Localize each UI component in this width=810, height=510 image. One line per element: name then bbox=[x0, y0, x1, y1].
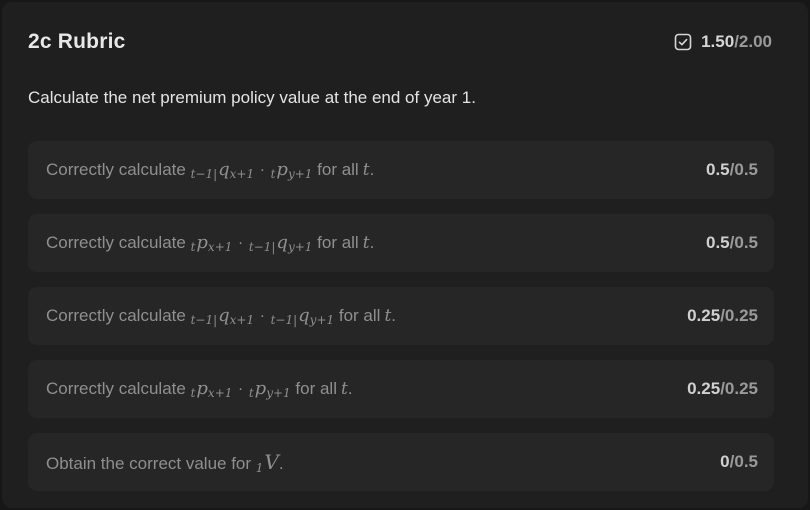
math-dot: · bbox=[260, 163, 265, 179]
item-score-total: /0.25 bbox=[720, 306, 758, 325]
item-score-earned: 0.5 bbox=[706, 233, 730, 252]
math-sub: y+1 bbox=[287, 167, 313, 181]
math-var: p bbox=[196, 232, 208, 253]
math-dot: · bbox=[238, 236, 243, 252]
item-score: 0.5/0.5 bbox=[706, 160, 758, 180]
item-score-earned: 0.25 bbox=[687, 379, 721, 398]
item-suffix-end: . bbox=[347, 379, 353, 398]
item-math: t−1|qx+1 · t−1|qy+1 bbox=[190, 305, 335, 327]
rubric-item: Obtain the correct value for 1V. 0/0.5 bbox=[28, 433, 774, 491]
item-suffix: for all bbox=[295, 379, 337, 398]
item-math: 1V bbox=[255, 450, 279, 475]
math-var: q bbox=[218, 159, 230, 180]
math-sub: t bbox=[190, 240, 196, 254]
item-score: 0.25/0.25 bbox=[687, 379, 758, 399]
rubric-card: 2c Rubric 1.50/2.00 Calculate the net pr… bbox=[2, 2, 808, 508]
math-dot: · bbox=[260, 309, 265, 325]
item-score: 0.25/0.25 bbox=[687, 306, 758, 326]
item-suffix-end: . bbox=[369, 233, 375, 252]
math-var: p bbox=[276, 159, 288, 180]
math-sub: t bbox=[190, 386, 196, 400]
rubric-item: Correctly calculate t−1|qx+1 · tpy+1 for a… bbox=[28, 141, 774, 199]
item-score-total: /0.25 bbox=[720, 379, 758, 398]
item-score-earned: 0.5 bbox=[706, 160, 730, 179]
item-math: t−1|qx+1 · tpy+1 bbox=[190, 159, 313, 181]
score-earned: 1.50 bbox=[701, 32, 735, 51]
math-var: V bbox=[264, 449, 279, 474]
rubric-item-description: Correctly calculate t−1|qx+1 · tpy+1 for a… bbox=[46, 159, 374, 181]
item-suffix-end: . bbox=[369, 160, 375, 179]
math-var: p bbox=[254, 378, 267, 399]
item-score: 0/0.5 bbox=[720, 452, 758, 472]
math-sub: y+1 bbox=[266, 386, 291, 400]
math-sub: x+1 bbox=[229, 313, 255, 327]
rubric-item-description: Correctly calculate t−1|qx+1 · t−1|qy+1 fo… bbox=[46, 305, 396, 327]
math-sub: t bbox=[270, 167, 276, 181]
rubric-score: 1.50/2.00 bbox=[674, 32, 772, 52]
math-var: q bbox=[298, 305, 310, 326]
item-prefix: Correctly calculate bbox=[46, 306, 186, 325]
math-sub: t−1| bbox=[248, 240, 276, 254]
item-suffix-math: t bbox=[362, 233, 370, 253]
math-sub: x+1 bbox=[207, 386, 233, 400]
math-sub: x+1 bbox=[229, 167, 255, 181]
item-prefix: Correctly calculate bbox=[46, 379, 186, 398]
math-sub: 1 bbox=[255, 460, 264, 475]
rubric-items: Correctly calculate t−1|qx+1 · tpy+1 for a… bbox=[28, 141, 774, 506]
math-sub: x+1 bbox=[207, 240, 233, 254]
item-score-earned: 0 bbox=[720, 452, 730, 471]
item-suffix: for all bbox=[317, 233, 359, 252]
item-score: 0.5/0.5 bbox=[706, 233, 758, 253]
rubric-header: 2c Rubric 1.50/2.00 bbox=[28, 28, 772, 56]
math-var: q bbox=[276, 232, 288, 253]
item-suffix-math: t bbox=[340, 379, 348, 399]
rubric-title: 2c Rubric bbox=[28, 30, 126, 53]
item-suffix-math: t bbox=[362, 160, 370, 180]
rubric-item: Correctly calculate tpx+1 · tpy+1 for all t… bbox=[28, 360, 774, 418]
rubric-item-description: Correctly calculate tpx+1 · t−1|qy+1 for a… bbox=[46, 232, 374, 254]
item-prefix: Correctly calculate bbox=[46, 233, 186, 252]
score-total: /2.00 bbox=[734, 32, 772, 51]
item-prefix: Correctly calculate bbox=[46, 160, 186, 179]
math-sub: t−1| bbox=[190, 313, 218, 327]
item-score-total: /0.5 bbox=[729, 160, 758, 179]
rubric-item: Correctly calculate t−1|qx+1 · t−1|qy+1 fo… bbox=[28, 287, 774, 345]
math-dot: · bbox=[238, 382, 243, 398]
item-prefix: Obtain the correct value for bbox=[46, 453, 252, 473]
math-sub: t bbox=[248, 386, 254, 400]
math-var: q bbox=[218, 305, 230, 326]
rubric-item-description: Correctly calculate tpx+1 · tpy+1 for all t… bbox=[46, 378, 353, 400]
item-suffix-end: . bbox=[278, 453, 284, 473]
math-sub: t−1| bbox=[190, 167, 218, 181]
item-score-total: /0.5 bbox=[729, 233, 758, 252]
rubric-item-description: Obtain the correct value for 1V. bbox=[46, 450, 284, 475]
question-text: Calculate the net premium policy value a… bbox=[28, 88, 476, 107]
math-var: p bbox=[196, 378, 208, 399]
item-suffix: for all bbox=[338, 306, 381, 325]
checkbox-check-icon bbox=[674, 33, 692, 51]
math-sub: t−1| bbox=[270, 313, 298, 327]
item-suffix: for all bbox=[317, 160, 359, 179]
math-sub: y+1 bbox=[287, 240, 313, 254]
item-score-total: /0.5 bbox=[729, 452, 758, 471]
item-suffix-end: . bbox=[391, 306, 397, 325]
item-score-earned: 0.25 bbox=[687, 306, 721, 325]
item-math: tpx+1 · t−1|qy+1 bbox=[190, 232, 313, 254]
math-sub: y+1 bbox=[309, 313, 335, 327]
rubric-item: Correctly calculate tpx+1 · t−1|qy+1 for a… bbox=[28, 214, 774, 272]
item-math: tpx+1 · tpy+1 bbox=[190, 378, 291, 400]
